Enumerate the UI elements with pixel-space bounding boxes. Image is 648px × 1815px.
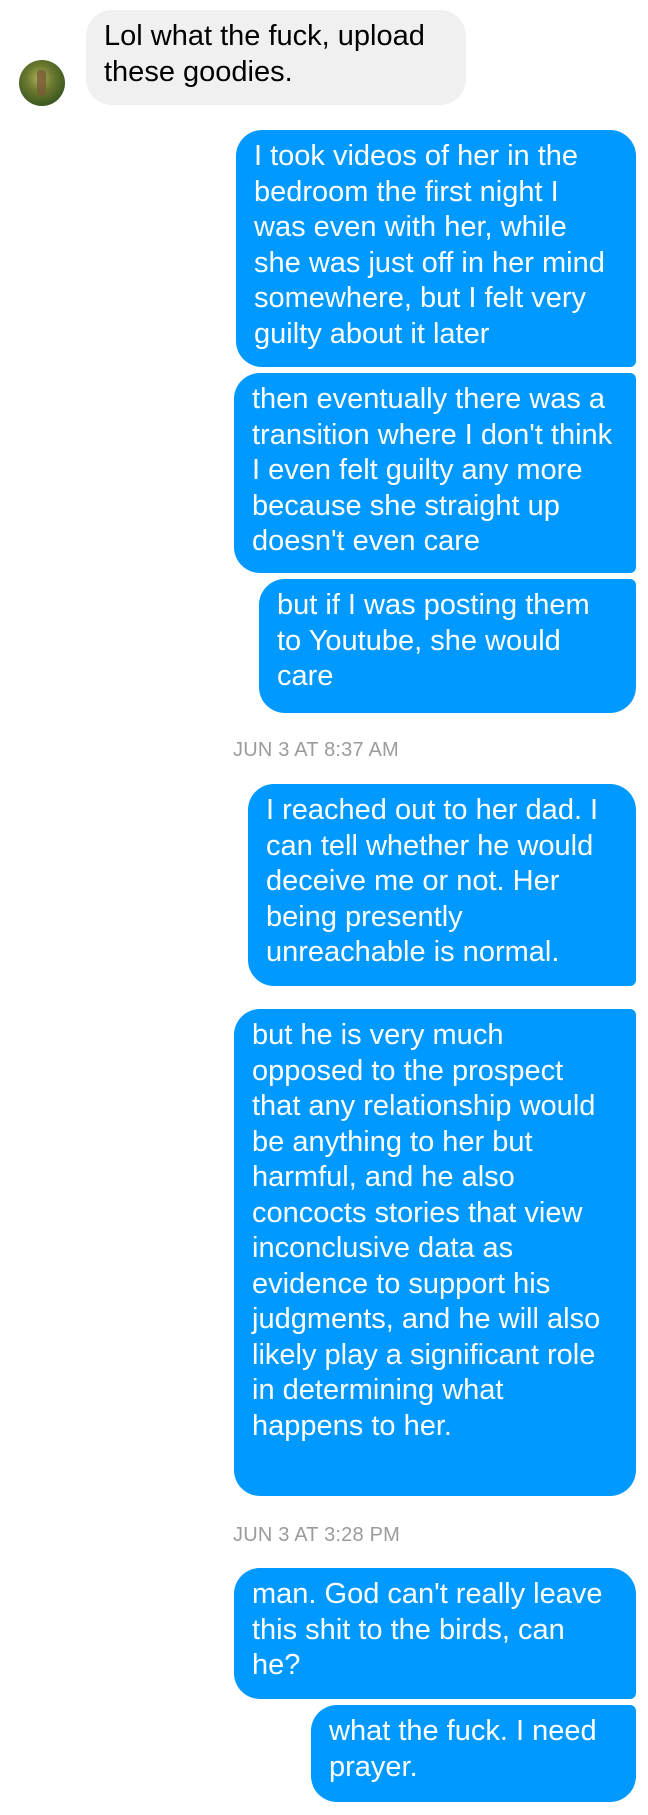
- sent-message[interactable]: then eventually there was a transition w…: [234, 373, 636, 573]
- message-timestamp: JUN 3 AT 8:37 AM: [233, 739, 399, 761]
- contact-avatar-icon[interactable]: [19, 60, 65, 106]
- sent-message[interactable]: I took videos of her in the bedroom the …: [236, 130, 636, 367]
- sent-message[interactable]: but he is very much opposed to the prosp…: [234, 1009, 636, 1496]
- received-message[interactable]: Lol what the fuck, upload these goodies.: [86, 10, 466, 105]
- sent-message[interactable]: what the fuck. I need prayer.: [311, 1705, 636, 1802]
- sent-message[interactable]: man. God can't really leave this shit to…: [234, 1568, 636, 1699]
- sent-message[interactable]: but if I was posting them to Youtube, sh…: [259, 579, 636, 713]
- avatar-figure: [37, 70, 46, 96]
- message-timestamp: JUN 3 AT 3:28 PM: [233, 1524, 400, 1546]
- sent-message[interactable]: I reached out to her dad. I can tell whe…: [248, 784, 636, 986]
